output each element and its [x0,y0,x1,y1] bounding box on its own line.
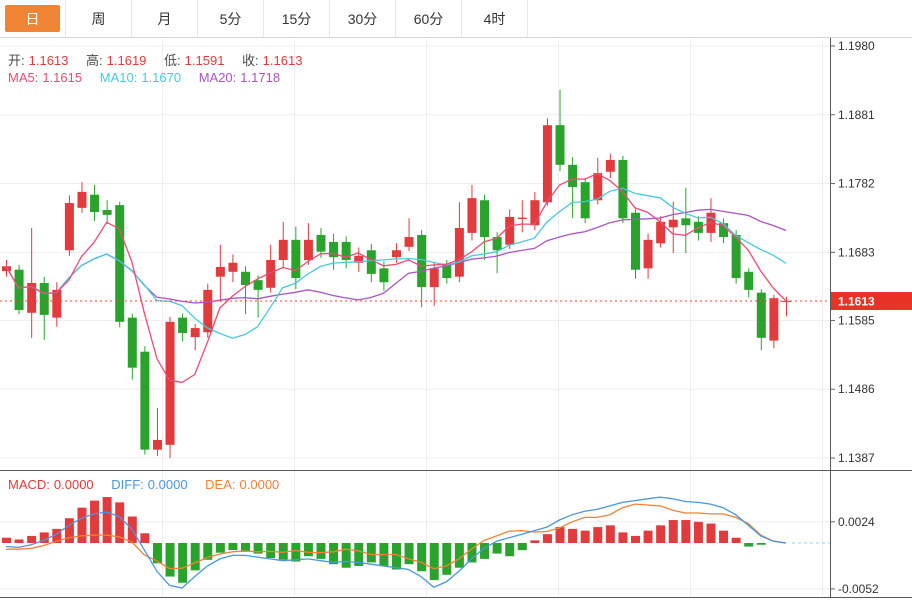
macd-legend: MACD: 0.0000 DIFF: 0.0000 DEA: 0.0000 [8,477,283,492]
tab-5分[interactable]: 5分 [198,0,264,37]
macd-label: MACD: [8,477,50,492]
high-label: 高: [86,53,103,68]
close-label: 收: [242,53,259,68]
price-axis: 1.1980 1.1881 1.1782 1.1683 1.1585 1.1486 1.13… [830,39,879,596]
diff-label: DIFF: [111,477,144,492]
diff-value: 0.0000 [148,477,188,492]
svg-text:1.1387: 1.1387 [838,451,875,465]
tab-30分[interactable]: 30分 [330,0,396,37]
svg-text:1.1782: 1.1782 [838,177,875,191]
low-value: 1.1591 [185,53,225,68]
macd-histogram [2,497,766,583]
open-value: 1.1613 [29,53,69,68]
ma10-value: 1.1670 [141,70,181,85]
ma-legend: MA5: 1.1615 MA10:1.1670 MA20:1.1718 [8,70,284,85]
ma5-label: MA5: [8,70,38,85]
current-price-badge: 1.1613 [831,292,912,310]
close-value: 1.1613 [263,53,303,68]
tab-周[interactable]: 周 [66,0,132,37]
tab-月[interactable]: 月 [132,0,198,37]
low-label: 低: [164,53,181,68]
macd-value: 0.0000 [54,477,94,492]
svg-text:1.1980: 1.1980 [838,39,875,53]
period-tab-bar: 日周月5分15分30分60分4时 [0,0,912,38]
dea-value: 0.0000 [240,477,280,492]
svg-text:1.1585: 1.1585 [838,313,875,327]
high-value: 1.1619 [107,53,147,68]
svg-text:1.1683: 1.1683 [838,245,875,259]
open-label: 开: [8,53,25,68]
tab-60分[interactable]: 60分 [396,0,462,37]
ma5-value: 1.1615 [42,70,82,85]
ohlc-legend: 开: 1.1613 高: 1.1619 低: 1.1591 收: 1.1613 [8,50,306,69]
ma20-value: 1.1718 [240,70,280,85]
svg-text:-0.0052: -0.0052 [838,582,879,596]
tab-15分[interactable]: 15分 [264,0,330,37]
svg-text:0.0024: 0.0024 [838,515,875,529]
svg-text:1.1486: 1.1486 [838,382,875,396]
candlestick-chart[interactable]: 1.1980 1.1881 1.1782 1.1683 1.1585 1.1486 1.13… [0,0,912,605]
svg-text:1.1613: 1.1613 [838,294,875,308]
dea-label: DEA: [205,477,235,492]
candles [2,90,791,458]
tab-日[interactable]: 日 [0,0,66,37]
ma20-label: MA20: [199,70,237,85]
svg-text:1.1881: 1.1881 [838,108,875,122]
ma10-label: MA10: [100,70,138,85]
tab-4时[interactable]: 4时 [462,0,528,37]
